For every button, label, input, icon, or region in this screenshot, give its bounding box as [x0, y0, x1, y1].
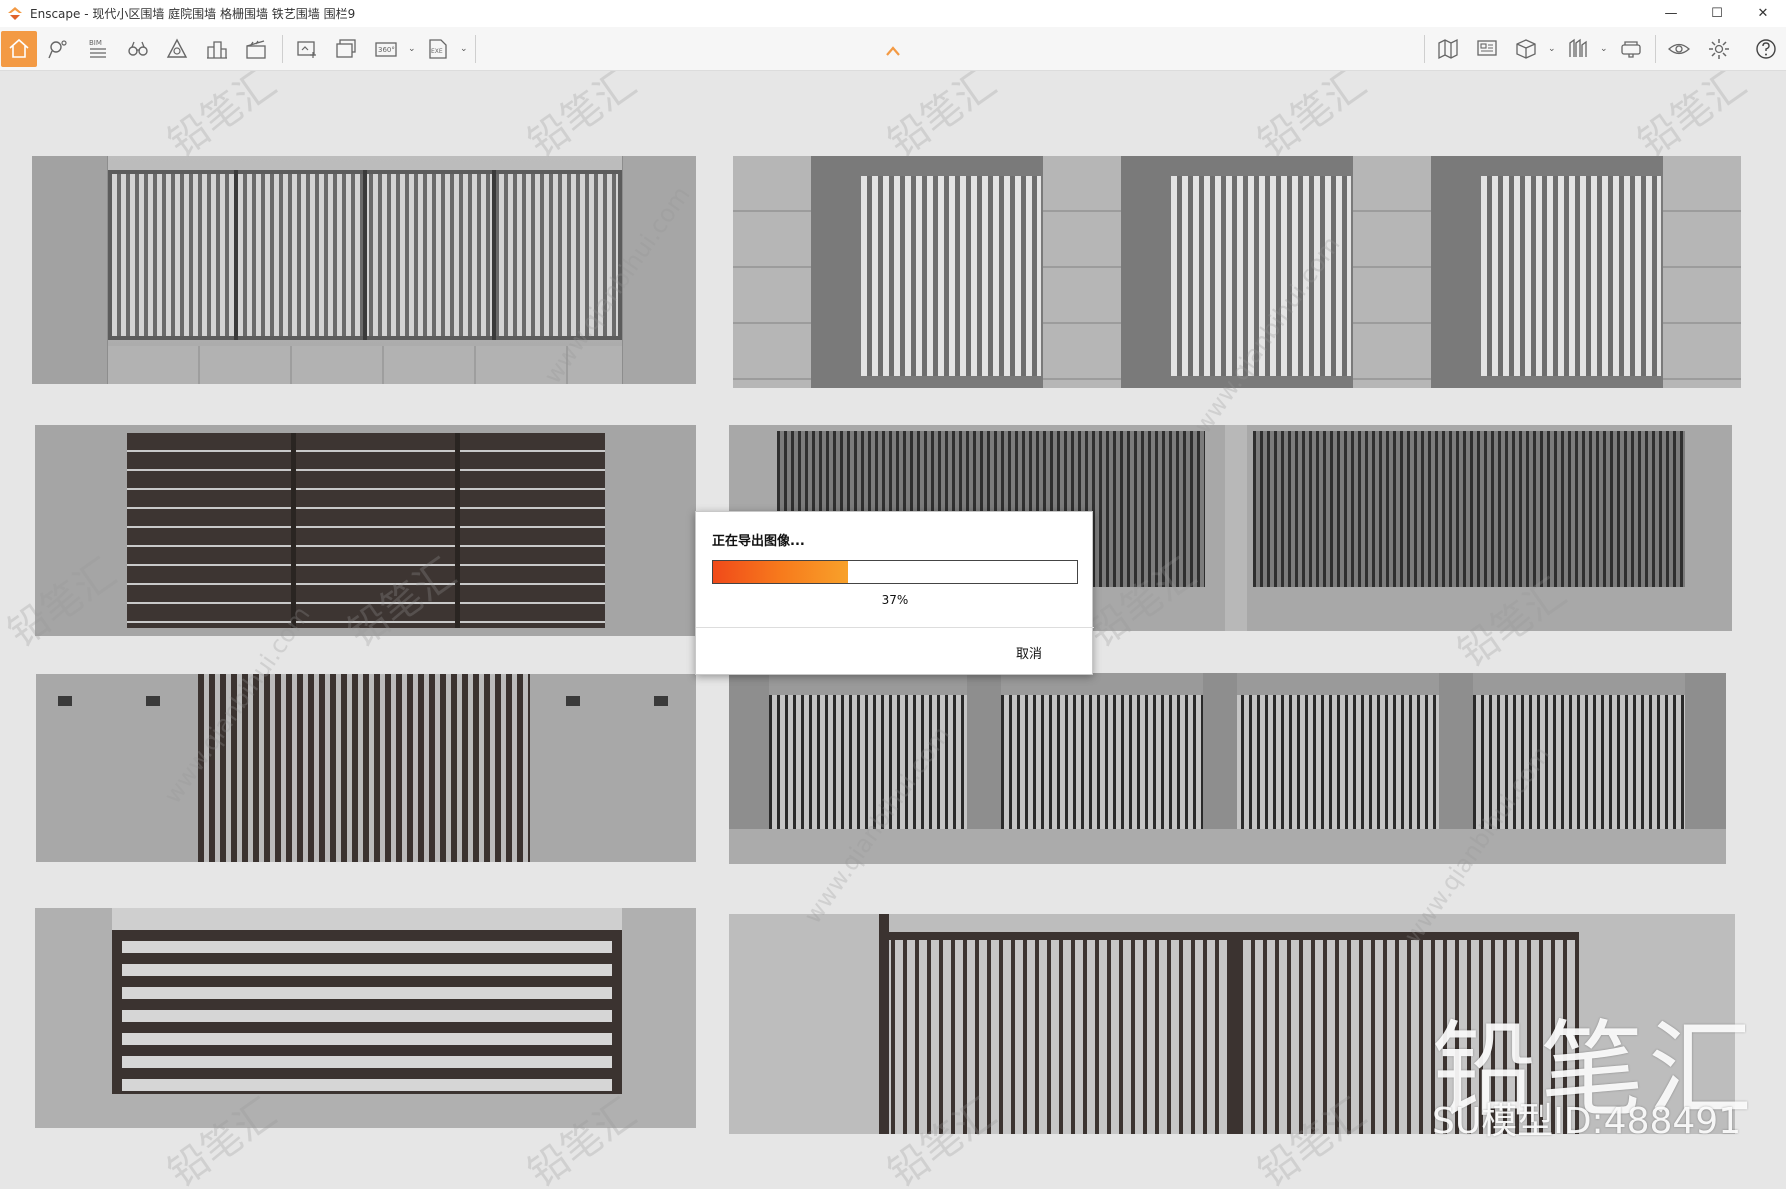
watermark: 铅笔汇: [879, 71, 1005, 167]
cube-icon: [1516, 39, 1536, 59]
fence-model-3: [35, 425, 696, 636]
video-editor-icon: [246, 40, 266, 59]
window-controls: — ☐ ✕: [1648, 0, 1786, 27]
cancel-button[interactable]: 取消: [1016, 643, 1042, 662]
help-icon: [1756, 39, 1776, 59]
fence-model-6: [729, 673, 1726, 864]
fence-model-5: [36, 674, 696, 862]
bim-list-icon: BIM: [89, 39, 106, 58]
buildings-icon: [207, 41, 227, 59]
chevron-down-icon[interactable]: ⌄: [460, 44, 468, 54]
screenshot-icon: [297, 41, 316, 58]
asset-library-button[interactable]: [159, 31, 195, 67]
vr-headset-button[interactable]: [1613, 31, 1649, 67]
progress-percent: 37%: [881, 593, 909, 607]
materials-button[interactable]: [1560, 31, 1596, 67]
export-button[interactable]: EXE: [420, 31, 456, 67]
video-editor-button[interactable]: [238, 31, 274, 67]
enscape-logo-icon: [8, 6, 22, 20]
toolbar: BIM 360° ⌄ EXE ⌄ ⌄ ⌄: [0, 27, 1786, 71]
window-title: Enscape - 现代小区围墙 庭院围墙 格栅围墙 铁艺围墙 围栏9: [30, 7, 356, 21]
progress-fill: [713, 561, 848, 583]
watermark: 铅笔汇: [1629, 71, 1755, 167]
batch-render-icon: [336, 39, 356, 58]
monitor-icon: [1477, 40, 1497, 56]
vr-headset-icon: [1621, 41, 1641, 58]
toolbar-separator: [475, 35, 476, 63]
binoculars-button[interactable]: [120, 31, 156, 67]
toolbar-separator: [282, 35, 283, 63]
help-button[interactable]: [1748, 31, 1784, 67]
map-icon: [1438, 38, 1458, 60]
home-button[interactable]: [1, 31, 37, 67]
settings-icon: [1709, 39, 1729, 59]
model-id-watermark: SU模型ID:488491: [1432, 1101, 1742, 1142]
home-icon: [9, 38, 29, 58]
fence-model-2: [733, 156, 1741, 388]
buildings-button[interactable]: [199, 31, 235, 67]
visibility-button[interactable]: [1661, 31, 1697, 67]
materials-icon: [1569, 38, 1587, 57]
watermark: 铅笔汇: [159, 71, 285, 167]
bim-label: BIM: [89, 39, 102, 47]
export-progress-dialog: 正在导出图像... 37% 取消: [695, 511, 1094, 675]
settings-button[interactable]: [1701, 31, 1737, 67]
bim-button[interactable]: BIM: [80, 31, 116, 67]
screenshot-button[interactable]: [288, 31, 324, 67]
asset-library-icon: [166, 38, 188, 58]
close-button[interactable]: ✕: [1740, 0, 1786, 27]
title-bar: Enscape - 现代小区围墙 庭院围墙 格栅围墙 铁艺围墙 围栏9 — ☐ …: [0, 0, 1786, 27]
toolbar-separator: [1424, 35, 1425, 63]
export-exe-icon: EXE: [429, 39, 447, 59]
views-button[interactable]: [40, 31, 76, 67]
chevron-down-icon[interactable]: ⌄: [408, 44, 416, 54]
fence-model-7: [35, 908, 696, 1128]
panorama-360-icon: 360°: [375, 42, 397, 57]
visibility-icon: [1668, 43, 1690, 55]
panorama-button[interactable]: 360°: [368, 31, 404, 67]
monitor-button[interactable]: [1469, 31, 1505, 67]
cube-button[interactable]: [1508, 31, 1544, 67]
exe-label: EXE: [431, 48, 443, 55]
watermark: 铅笔汇: [1249, 71, 1375, 167]
panorama-label: 360°: [378, 46, 395, 54]
chevron-down-icon[interactable]: ⌄: [1600, 44, 1608, 54]
location-pin-icon: [48, 40, 67, 59]
maximize-button[interactable]: ☐: [1694, 0, 1740, 27]
dialog-title: 正在导出图像...: [712, 534, 805, 549]
dialog-divider: [696, 627, 1094, 628]
chevron-down-icon[interactable]: ⌄: [1548, 44, 1556, 54]
fence-model-1: [32, 156, 696, 384]
minimize-button[interactable]: —: [1648, 0, 1694, 27]
toolbar-separator: [1655, 35, 1656, 63]
map-button[interactable]: [1430, 31, 1466, 67]
batch-render-button[interactable]: [328, 31, 364, 67]
enscape-window: Enscape - 现代小区围墙 庭院围墙 格栅围墙 铁艺围墙 围栏9 — ☐ …: [0, 0, 1786, 1189]
watermark: 铅笔汇: [519, 71, 645, 167]
binoculars-icon: [128, 41, 148, 56]
progress-bar: [712, 560, 1078, 584]
collapse-toolbar-icon[interactable]: [884, 45, 902, 57]
